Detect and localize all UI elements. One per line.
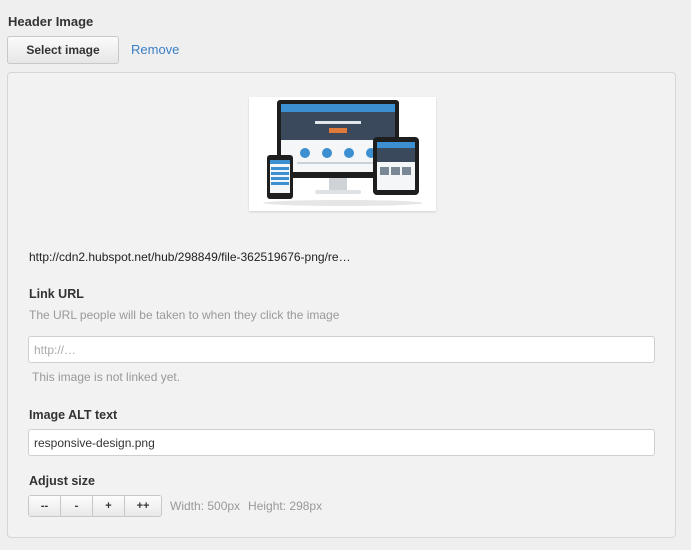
image-dimensions: Width: 500px Height: 298px (170, 499, 322, 513)
alt-text-label: Image ALT text (29, 408, 118, 422)
select-image-button[interactable]: Select image (7, 36, 119, 64)
image-thumbnail[interactable] (249, 97, 436, 211)
size-increase-large-button[interactable]: ++ (125, 496, 161, 516)
image-width-text: Width: 500px (170, 499, 241, 513)
size-increase-button[interactable]: + (93, 496, 125, 516)
size-button-group: -- - + ++ (28, 495, 162, 517)
image-height-text: Height: 298px (248, 499, 323, 513)
size-decrease-large-button[interactable]: -- (29, 496, 61, 516)
image-settings-panel: http://cdn2.hubspot.net/hub/298849/file-… (7, 72, 676, 538)
link-url-label: Link URL (29, 287, 84, 301)
link-url-help: The URL people will be taken to when the… (29, 308, 340, 322)
link-url-input[interactable] (28, 336, 655, 363)
image-file-url: http://cdn2.hubspot.net/hub/298849/file-… (29, 250, 351, 264)
adjust-size-label: Adjust size (29, 474, 95, 488)
header-image-editor: Header Image Select image Remove http://… (0, 0, 691, 550)
alt-text-input[interactable] (28, 429, 655, 456)
responsive-devices-illustration (263, 100, 423, 206)
size-decrease-button[interactable]: - (61, 496, 93, 516)
section-title: Header Image (8, 14, 94, 29)
link-status-text: This image is not linked yet. (32, 370, 181, 384)
remove-image-link[interactable]: Remove (131, 42, 179, 57)
